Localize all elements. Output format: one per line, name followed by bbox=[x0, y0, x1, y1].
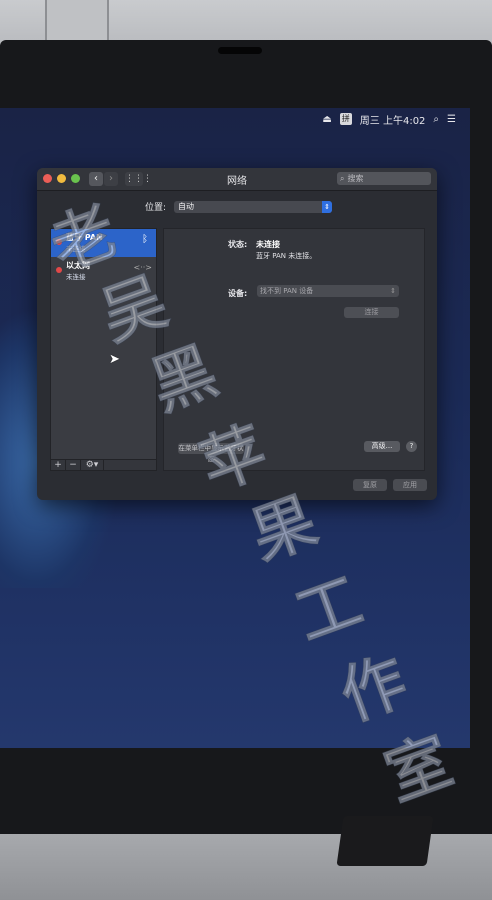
input-method-indicator[interactable]: 拼 bbox=[339, 113, 352, 125]
search-icon: ⌕ bbox=[340, 174, 345, 183]
status-dot bbox=[56, 267, 62, 273]
device-label: 设备: bbox=[228, 289, 248, 298]
menu-bar: ⏏ 拼 周三 上午4:02 ⌕ ☰ bbox=[0, 108, 470, 130]
service-status: 未连接 bbox=[66, 245, 86, 253]
notification-center-icon[interactable]: ☰ bbox=[447, 114, 456, 125]
service-list: 蓝牙 PAN 未连接 ᛒ 以太网 未连接 <··> bbox=[50, 228, 157, 466]
mouse-pointer-icon: ➤ bbox=[109, 352, 120, 367]
title-bar: ‹ › ⋮⋮⋮ 网络 ⌕ 搜索 bbox=[37, 168, 437, 191]
help-button[interactable]: ? bbox=[406, 441, 417, 452]
chevron-updown-icon: ⇕ bbox=[322, 200, 333, 213]
bluetooth-icon: ᛒ bbox=[142, 234, 148, 245]
location-label: 位置: bbox=[145, 203, 167, 213]
search-field[interactable]: ⌕ 搜索 bbox=[337, 172, 431, 185]
status-value: 未连接 bbox=[256, 240, 280, 249]
location-select[interactable]: 自动 ⇕ bbox=[174, 200, 333, 213]
background-fixture bbox=[45, 0, 109, 42]
connect-button[interactable]: 连接 bbox=[344, 307, 399, 318]
service-name: 蓝牙 PAN bbox=[66, 233, 103, 242]
device-value: 找不到 PAN 设备 bbox=[260, 287, 314, 295]
chevron-updown-icon: ⇕ bbox=[390, 287, 396, 295]
ethernet-icon: <··> bbox=[133, 263, 153, 272]
service-list-toolbar: + − ⚙▾ bbox=[50, 459, 157, 471]
search-placeholder: 搜索 bbox=[347, 174, 364, 183]
service-status: 未连接 bbox=[66, 273, 86, 281]
revert-button[interactable]: 复原 bbox=[353, 479, 387, 491]
advanced-button[interactable]: 高级... bbox=[364, 441, 400, 452]
network-preferences-window: ‹ › ⋮⋮⋮ 网络 ⌕ 搜索 位置: 自动 ⇕ 蓝牙 PAN 未连接 ᛒ 以太… bbox=[37, 168, 437, 500]
camera-notch bbox=[218, 47, 262, 54]
service-name: 以太网 bbox=[66, 261, 90, 270]
menubar-clock[interactable]: 周三 上午4:02 bbox=[360, 112, 426, 127]
eject-icon[interactable]: ⏏ bbox=[322, 114, 331, 125]
status-dot bbox=[56, 239, 62, 245]
apply-button[interactable]: 应用 bbox=[393, 479, 427, 491]
service-item-ethernet[interactable]: 以太网 未连接 <··> bbox=[51, 257, 156, 285]
laptop-hinge bbox=[336, 816, 434, 866]
spotlight-icon[interactable]: ⌕ bbox=[433, 114, 439, 125]
show-in-menubar-checkbox[interactable]: 在菜单栏中显示蓝牙状态 bbox=[178, 443, 244, 463]
gear-menu-button[interactable]: ⚙▾ bbox=[81, 460, 104, 470]
status-label: 状态: bbox=[228, 240, 248, 249]
device-select[interactable]: 找不到 PAN 设备 ⇕ bbox=[257, 285, 399, 297]
location-value: 自动 bbox=[178, 201, 195, 211]
status-description: 蓝牙 PAN 未连接。 bbox=[256, 252, 317, 260]
service-item-bluetooth-pan[interactable]: 蓝牙 PAN 未连接 ᛒ bbox=[51, 229, 156, 257]
service-detail-pane: 状态: 未连接 蓝牙 PAN 未连接。 设备: 找不到 PAN 设备 ⇕ 连接 … bbox=[163, 228, 425, 471]
location-row: 位置: 自动 ⇕ bbox=[145, 200, 333, 213]
add-service-button[interactable]: + bbox=[51, 460, 66, 470]
remove-service-button[interactable]: − bbox=[66, 460, 81, 470]
